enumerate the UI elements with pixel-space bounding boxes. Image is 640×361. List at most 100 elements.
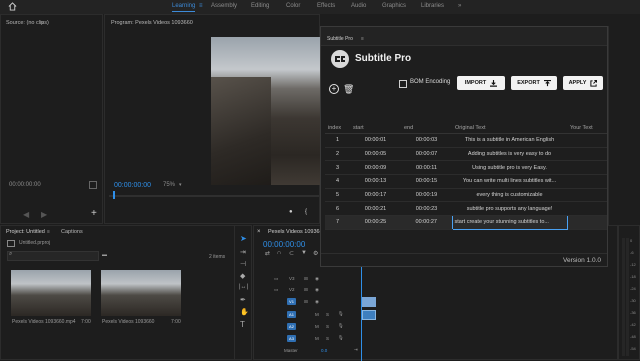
plugin-title-bar[interactable]: Subtitle Pro ≡ (321, 27, 607, 46)
cell-start[interactable]: 00:00:17 (350, 188, 401, 203)
cell-original-text[interactable]: You can write multi lines subtitles wit.… (452, 174, 567, 189)
cell-end[interactable]: 00:00:03 (401, 133, 452, 148)
panel-menu-icon[interactable]: ≡ (41, 20, 44, 26)
microphone-icon[interactable]: 🎙 (338, 311, 344, 317)
workspace-tab-libraries[interactable]: Libraries (421, 3, 444, 9)
sequence-thumbnail[interactable] (101, 270, 181, 316)
clip-thumbnail[interactable] (11, 270, 91, 316)
column-header-start[interactable]: start (350, 123, 401, 134)
workspace-tab-effects[interactable]: Effects (317, 3, 335, 9)
cell-your-text[interactable] (567, 160, 607, 176)
workspace-tab-graphics[interactable]: Graphics (382, 3, 406, 9)
track-label-active[interactable]: A2 (287, 323, 296, 330)
cell-original-text-editing[interactable]: start create your stunning subtitles to.… (451, 215, 568, 230)
cell-start[interactable]: 00:00:13 (350, 174, 401, 189)
panel-menu-icon[interactable]: ≡ (47, 229, 50, 235)
cell-original-text[interactable]: Adding subtitles is very easy to do (452, 147, 567, 162)
hand-tool-icon[interactable]: ✋ (240, 308, 249, 316)
workspace-tab-assembly[interactable]: Assembly (211, 3, 237, 9)
track-solo-button[interactable]: S (326, 324, 329, 329)
add-row-icon[interactable]: + (329, 84, 339, 94)
export-button[interactable]: EXPORT (511, 76, 557, 90)
program-timecode[interactable]: 00:00:00:00 (114, 182, 151, 189)
cell-start[interactable]: 00:00:21 (350, 201, 401, 217)
column-header-original-text[interactable]: Original Text (452, 123, 567, 134)
cell-original-text[interactable]: Using subtitle pro is very Easy. (452, 160, 567, 176)
track-lock-icon[interactable]: ▭ (274, 287, 278, 293)
playhead[interactable] (113, 191, 115, 199)
audio-clip[interactable] (362, 310, 376, 320)
cell-your-text[interactable] (567, 133, 607, 148)
safe-margins-icon[interactable] (89, 181, 97, 189)
table-row-selected[interactable]: 7 00:00:25 00:00:27 start create your st… (325, 215, 607, 230)
tab-project[interactable]: Project: Untitled (6, 229, 45, 235)
new-bin-icon[interactable]: ▬ (102, 252, 107, 258)
nest-icon[interactable]: ⇄ (265, 250, 270, 257)
column-header-index[interactable]: index (325, 123, 350, 134)
track-label-active[interactable]: A1 (287, 311, 296, 318)
settings-icon[interactable]: ⚙ (313, 250, 318, 257)
pen-tool-icon[interactable]: ✒ (240, 296, 246, 304)
cell-start[interactable]: 00:00:25 (350, 215, 401, 230)
cell-start[interactable]: 00:00:05 (350, 147, 401, 162)
razor-tool-icon[interactable]: ◆ (240, 272, 245, 280)
track-solo-button[interactable]: S (326, 336, 329, 341)
ripple-edit-tool-icon[interactable]: ⊣ (240, 260, 246, 268)
cell-start[interactable]: 00:00:09 (350, 160, 401, 176)
project-search-input[interactable]: ⌕ (7, 251, 99, 261)
table-row[interactable]: 3 00:00:09 00:00:11 Using subtitle pro i… (325, 160, 607, 176)
track-mute-button[interactable]: M (315, 336, 319, 341)
home-icon[interactable] (8, 2, 17, 11)
eye-icon[interactable]: ◉ (315, 287, 319, 293)
cell-end[interactable]: 00:00:23 (401, 201, 452, 217)
track-label-active[interactable]: V1 (287, 298, 296, 305)
track-toggle-icon[interactable]: ⊟ (304, 299, 308, 305)
workspace-tab-learning[interactable]: Learning (172, 3, 196, 12)
clip-name[interactable]: Pexels Videos 1093660.mp4 (12, 319, 76, 325)
video-clip[interactable] (362, 297, 376, 307)
zoom-select[interactable]: 75% (163, 182, 175, 188)
cell-your-text[interactable] (567, 174, 607, 189)
cell-end[interactable]: 00:00:27 (401, 215, 452, 230)
cell-original-text[interactable]: every thing is customizable (452, 188, 567, 203)
track-label-active[interactable]: A3 (287, 335, 296, 342)
table-row[interactable]: 4 00:00:13 00:00:15 You can write multi … (325, 174, 607, 189)
snap-icon[interactable]: ∩ (277, 250, 281, 256)
add-marker-icon[interactable]: ▼ (301, 250, 307, 256)
tab-captions[interactable]: Captions (61, 229, 83, 235)
table-row[interactable]: 5 00:00:17 00:00:19 every thing is custo… (325, 188, 607, 203)
marker-icon[interactable]: ● (289, 209, 293, 215)
cell-original-text[interactable]: This is a subtitle in American English (452, 133, 567, 148)
type-tool-icon[interactable]: T (240, 320, 245, 329)
sequence-tab[interactable]: Pexels Videos 1093660 (268, 229, 326, 235)
program-time-ruler[interactable] (109, 191, 319, 199)
table-row[interactable]: 2 00:00:05 00:00:07 Adding subtitles is … (325, 147, 607, 162)
track-toggle-icon[interactable]: ⊟ (304, 287, 308, 293)
selection-tool-icon[interactable]: ➤ (240, 234, 247, 243)
table-row[interactable]: 6 00:00:21 00:00:23 subtitle pro support… (325, 201, 607, 217)
apply-button[interactable]: APPLY (563, 76, 603, 90)
cell-original-text[interactable]: subtitle pro supports any language! (452, 201, 567, 217)
track-lock-icon[interactable]: ▭ (274, 276, 278, 282)
cell-your-text[interactable] (567, 147, 607, 162)
cell-start[interactable]: 00:00:01 (350, 133, 401, 148)
column-header-end[interactable]: end (401, 123, 452, 134)
microphone-icon[interactable]: 🎙 (338, 335, 344, 341)
chevron-down-icon[interactable]: ▾ (179, 182, 182, 188)
column-header-your-text[interactable]: Your Text (567, 123, 607, 134)
add-button-icon[interactable]: + (91, 208, 97, 219)
trash-icon[interactable]: 🗑 (343, 84, 354, 95)
track-mute-button[interactable]: M (315, 312, 319, 317)
cell-your-text[interactable] (567, 215, 607, 230)
more-workspaces-icon[interactable]: » (458, 3, 461, 9)
master-value[interactable]: 0.0 (321, 348, 327, 353)
cell-end[interactable]: 00:00:15 (401, 174, 452, 189)
eye-icon[interactable]: ◉ (315, 276, 319, 282)
track-toggle-icon[interactable]: ⊟ (304, 276, 308, 282)
workspace-menu-icon[interactable]: ≡ (199, 3, 203, 9)
cell-end[interactable]: 00:00:19 (401, 188, 452, 203)
bom-encoding-checkbox[interactable] (399, 80, 407, 88)
cell-your-text[interactable] (567, 201, 607, 217)
timeline-timecode[interactable]: 00:00:00:00 (263, 240, 305, 249)
track-solo-button[interactable]: S (326, 312, 329, 317)
